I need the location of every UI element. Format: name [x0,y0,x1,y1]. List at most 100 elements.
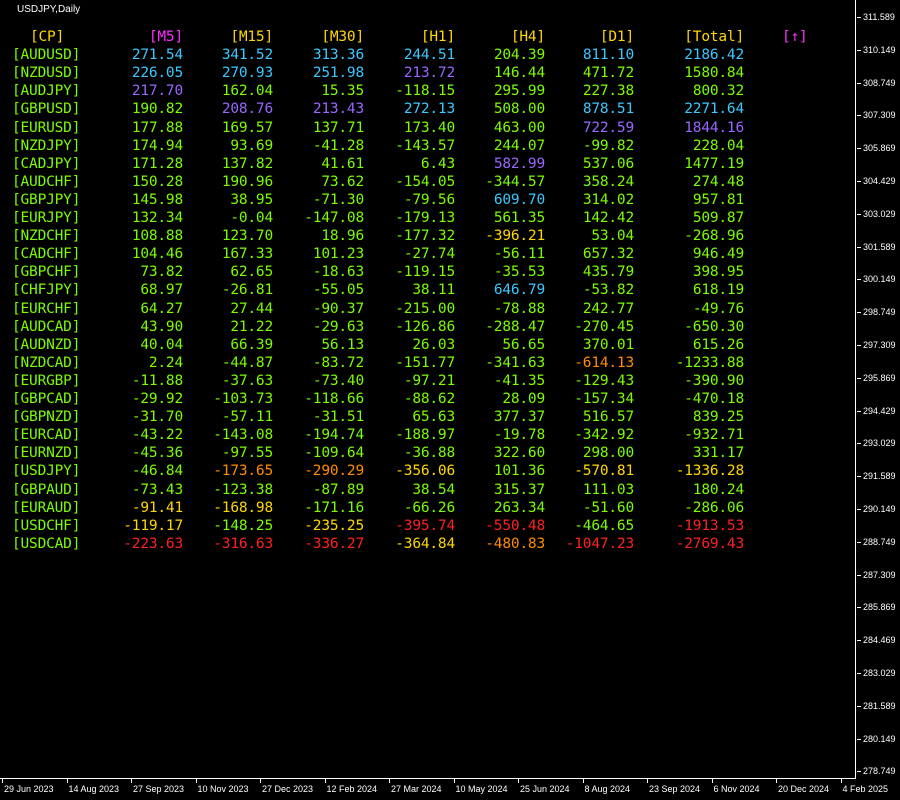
value-cell: -97.21 [403,372,455,389]
value-cell: 946.49 [692,246,744,263]
value-cell: -194.74 [304,427,364,444]
time-tick [518,779,519,783]
value-cell: 839.25 [692,409,744,426]
value-cell: 38.11 [412,282,455,299]
price-label: 290.149 [863,504,896,514]
value-cell: 18.96 [321,228,364,245]
price-label: 308.749 [863,77,896,88]
column-header: [CP] [30,29,65,45]
value-cell: 298.00 [582,445,634,462]
value-cell: -171.16 [304,499,364,516]
value-cell: -168.98 [213,499,273,516]
price-axis[interactable]: 311.589 310.149 308.749 307.309 305.869 304.4… [857,0,900,779]
value-cell: -143.08 [213,427,273,444]
symbol-label: [NZDUSD] [12,65,81,82]
value-cell: -270.45 [574,318,634,335]
value-cell: -83.72 [312,354,364,371]
symbol-label: [CADJPY] [12,155,81,172]
symbol-label: [EURGBP] [12,372,81,389]
symbol-label: [GBPCAD] [12,391,81,407]
value-cell: 315.37 [493,481,545,498]
symbol-label: [NZDJPY] [12,137,81,154]
value-cell: -177.32 [395,228,455,245]
time-label: 25 Jun 2024 [520,784,570,794]
value-cell: 38.54 [412,481,455,498]
value-cell: 227.38 [582,83,634,100]
value-cell: -78.88 [493,300,545,317]
value-cell: 341.52 [221,47,273,64]
value-cell: -109.64 [304,445,364,462]
time-tick [324,779,326,783]
value-cell: 2186.42 [684,47,744,64]
price-tick [857,213,861,215]
value-cell: -154.05 [395,173,455,190]
value-cell: 251.98 [312,65,364,82]
value-cell: 314.02 [582,191,634,208]
value-cell: 646.79 [493,282,545,299]
value-cell: -45.36 [131,445,183,462]
value-cell: 53.04 [591,228,634,245]
price-tick [857,312,861,314]
value-cell: -99.82 [582,137,634,154]
value-cell: -27.74 [403,246,455,263]
price-label: 298.749 [863,307,896,318]
time-tick [66,779,68,783]
value-cell: 322.60 [493,445,545,462]
column-header[interactable]: [↑] [782,28,808,46]
value-cell: 295.99 [493,83,545,100]
time-tick [582,779,584,783]
time-label: 6 Nov 2024 [713,784,760,794]
value-cell: -932.71 [684,427,744,444]
value-cell: 435.79 [582,264,634,281]
time-label: 8 Aug 2024 [584,784,631,794]
price-tick [857,279,861,281]
value-cell: -123.38 [213,481,273,498]
value-cell: -97.55 [221,445,273,462]
time-label: 10 May 2024 [455,784,508,794]
value-cell: -614.13 [574,354,634,371]
price-tick [857,673,861,674]
value-cell: 167.33 [221,246,273,263]
symbol-label: [EURJPY] [12,210,81,226]
value-cell: 162.04 [221,83,273,100]
value-cell: 65.63 [412,409,455,426]
value-cell: 228.04 [692,137,744,154]
value-cell: -464.65 [574,517,634,534]
price-tick [857,509,861,510]
price-tick [857,640,861,642]
price-label: 297.309 [863,340,896,350]
symbol-label: [AUDCAD] [12,318,81,335]
value-cell: -179.13 [395,210,455,226]
time-label: 27 Mar 2024 [391,784,442,794]
value-cell: 38.95 [230,191,273,208]
value-cell: -288.47 [485,318,545,335]
price-tick [857,377,861,379]
value-cell: -29.92 [131,391,183,407]
time-label: 29 Jun 2023 [4,784,54,794]
value-cell: 244.07 [493,137,545,154]
value-cell: 28.09 [502,391,545,407]
symbol-label: [EURNZD] [12,445,81,462]
value-cell: -470.18 [684,391,744,407]
value-cell: -55.05 [312,282,364,299]
value-cell: -396.21 [485,228,545,245]
time-axis[interactable]: 29 Jun 2023 14 Aug 2023 27 Sep 2023 10 Nov … [0,779,888,800]
price-label: 278.749 [863,766,896,777]
value-cell: -73.40 [312,372,364,389]
chart-area[interactable]: USDJPY,Daily [CP] [M5] [M15] [M30] [H1] [H4] [… [0,0,856,779]
symbol-label: [USDCHF] [12,517,81,534]
value-cell: 272.13 [403,101,455,118]
value-cell: -66.26 [403,499,455,516]
value-cell: -88.62 [403,391,455,407]
price-tick [857,410,861,412]
value-cell: 358.24 [582,173,634,190]
value-cell: 146.44 [493,65,545,82]
value-cell: -157.34 [574,391,634,407]
value-cell: 270.93 [221,65,273,82]
price-label: 288.749 [863,536,896,547]
price-tick [857,476,861,478]
value-cell: -2769.43 [675,535,744,552]
price-tick [857,771,861,773]
value-cell: 93.69 [230,137,273,154]
value-cell: -41.35 [493,372,545,389]
